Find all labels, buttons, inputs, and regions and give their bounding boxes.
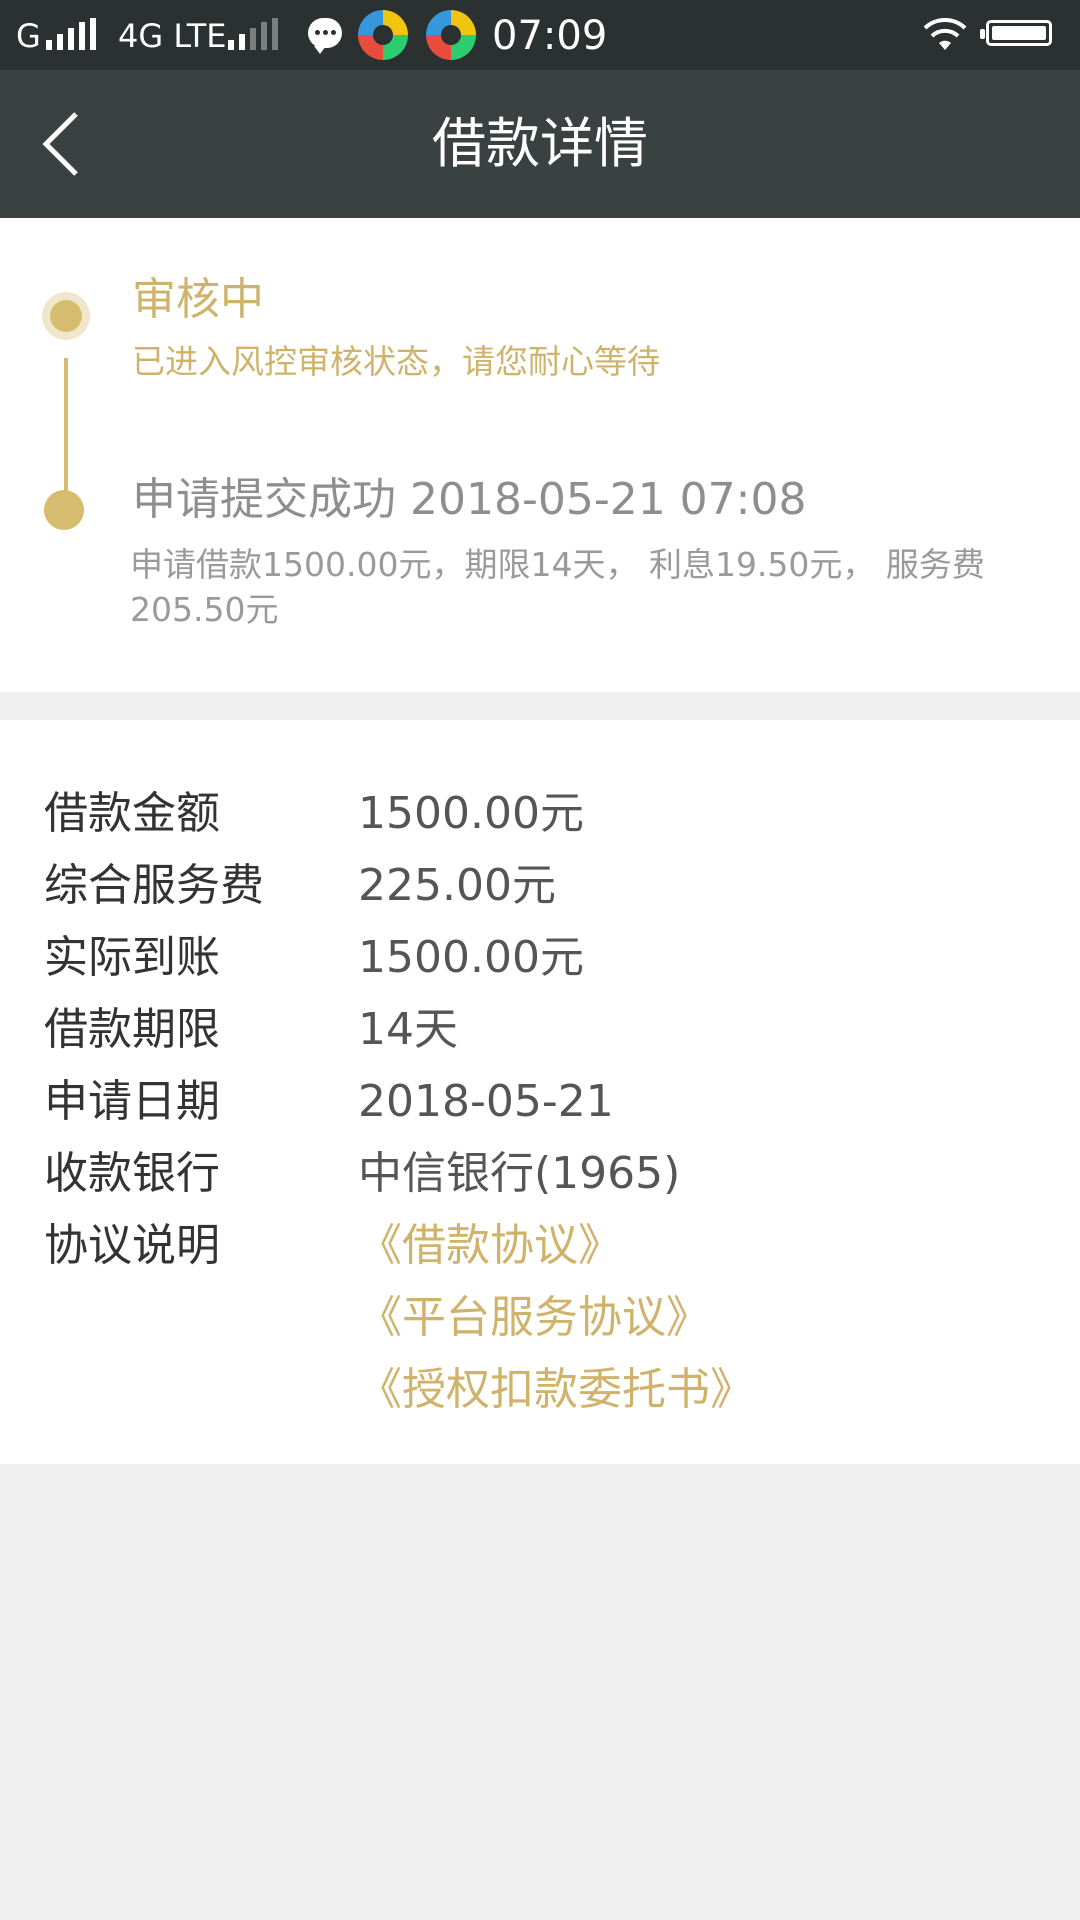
platform-service-agreement-link[interactable]: 《平台服务协议》	[358, 1288, 710, 1348]
loan-agreement-link[interactable]: 《借款协议》	[358, 1216, 622, 1276]
step-desc-reviewing: 已进入风控审核状态，请您耐心等待	[132, 342, 660, 381]
network-type-label: 4G LTE	[118, 17, 227, 55]
status-bar: G 4G LTE 07:09	[0, 0, 1080, 70]
detail-label-apply-date: 申请日期	[44, 1076, 220, 1127]
step-title-reviewing: 审核中	[132, 274, 264, 325]
detail-label-received: 实际到账	[44, 932, 220, 983]
detail-value-service-fee: 225.00元	[358, 860, 556, 911]
nav-bar: 借款详情	[0, 70, 1080, 218]
step-desc-submitted: 申请借款1500.00元，期限14天， 利息19.50元， 服务费205.50元	[130, 545, 985, 629]
signal-icon	[46, 18, 106, 50]
message-icon	[308, 18, 342, 54]
timeline-connector	[64, 358, 68, 498]
step-title-submitted: 申请提交成功 2018-05-21 07:08	[132, 474, 807, 525]
detail-value-bank: 中信银行(1965)	[358, 1148, 681, 1199]
detail-label-service-fee: 综合服务费	[44, 860, 264, 911]
status-time: 07:09	[492, 13, 608, 59]
page-title: 借款详情	[432, 112, 648, 175]
signal-icon-secondary	[228, 18, 288, 50]
detail-label-amount: 借款金额	[44, 788, 220, 839]
timeline-active-dot	[42, 292, 90, 340]
timeline-done-dot	[44, 490, 84, 530]
debit-authorization-link[interactable]: 《授权扣款委托书》	[358, 1360, 754, 1420]
detail-value-apply-date: 2018-05-21	[358, 1076, 614, 1127]
app-icon	[426, 10, 476, 60]
detail-label-term: 借款期限	[44, 1004, 220, 1055]
progress-timeline: 审核中 已进入风控审核状态，请您耐心等待 申请提交成功 2018-05-21 0…	[0, 218, 1080, 692]
detail-value-amount: 1500.00元	[358, 788, 584, 839]
loan-details: 借款金额 1500.00元 综合服务费 225.00元 实际到账 1500.00…	[0, 720, 1080, 1464]
battery-icon	[980, 20, 1052, 46]
detail-value-term: 14天	[358, 1004, 458, 1055]
carrier-label: G	[16, 17, 41, 55]
wifi-icon	[923, 18, 967, 50]
detail-label-bank: 收款银行	[44, 1148, 220, 1199]
detail-label-agreements: 协议说明	[44, 1220, 220, 1271]
detail-value-received: 1500.00元	[358, 932, 584, 983]
app-icon	[358, 10, 408, 60]
